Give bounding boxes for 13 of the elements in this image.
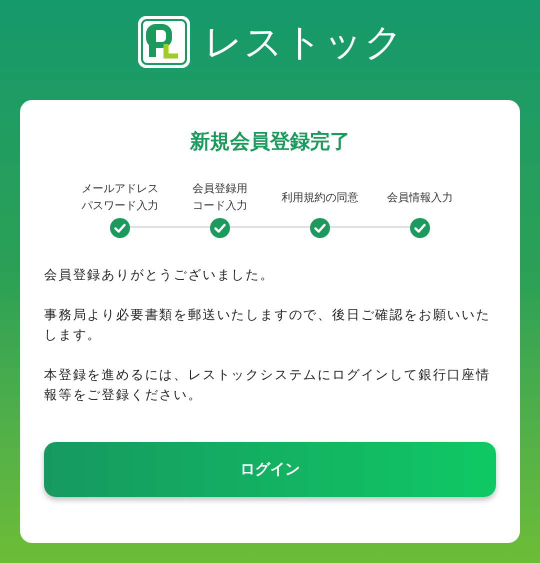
message-text: 事務局より必要書類を郵送いたしますので、後日ご確認をお願いいたします。 xyxy=(44,307,492,345)
step-label: パスワード入力 xyxy=(82,198,158,214)
card-title: 新規会員登録完了 xyxy=(190,128,350,155)
login-button[interactable]: ログイン xyxy=(44,442,496,497)
step-label: コード入力 xyxy=(192,198,248,214)
logo-icon xyxy=(136,14,192,70)
step-label: 会員登録用 xyxy=(192,181,248,197)
message-text: 会員登録ありがとうございました。 xyxy=(44,267,276,285)
step-label: メールアドレス xyxy=(82,181,158,197)
message-text: 本登録を進めるには、レストックシステムにログインして銀行口座情報等をご登録ください。 xyxy=(44,367,492,405)
step-label: 利用規約の同意 xyxy=(282,190,358,206)
step-label: 会員情報入力 xyxy=(387,190,453,206)
logo-text: レストック xyxy=(204,23,404,61)
